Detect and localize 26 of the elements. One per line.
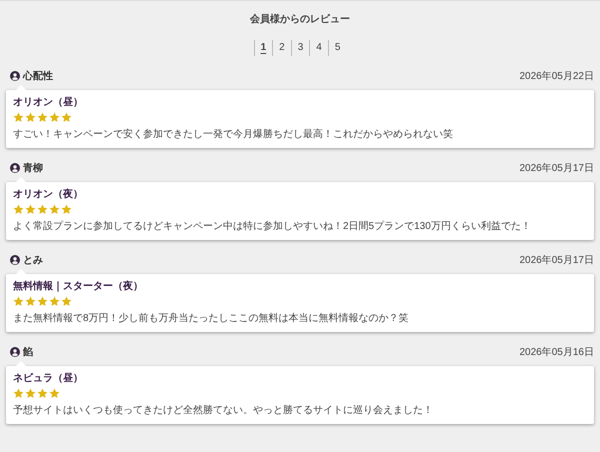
user-name: とみ <box>23 254 43 267</box>
plan-name: オリオン（夜） <box>13 188 84 202</box>
review-date: 2026年05月22日 <box>520 70 594 83</box>
page-link[interactable]: 4 <box>309 40 328 56</box>
review-text: よく常設プランに参加してるけどキャンペーン中は特に参加しやすいね！2日間5プランで130万円くらい利益でた！ <box>13 220 532 234</box>
plan-name: オリオン（昼） <box>13 96 84 110</box>
review-date: 2026年05月16日 <box>520 346 594 359</box>
user-icon <box>10 255 20 265</box>
page-link[interactable]: 3 <box>290 40 310 56</box>
plan-name: 無料情報｜スターター（夜） <box>13 280 144 294</box>
user-name: 心配性 <box>23 69 53 83</box>
user-name: 餡 <box>23 346 33 359</box>
section-title: 会員様からのレビュー <box>249 12 351 27</box>
user-name: 青柳 <box>23 162 43 175</box>
user-icon <box>10 347 20 357</box>
review-text: また無料情報で8万円！少し前も万舟当たったしここの無料は本当に無料情報なのか？笑 <box>13 312 410 326</box>
review-text: 予想サイトはいくつも使ってきたけど全然勝てない。やっと勝てるサイトに巡り会えました！ <box>13 404 434 418</box>
user-icon <box>10 163 20 173</box>
plan-name: ネビュラ（昼） <box>13 372 84 386</box>
review-date: 2026年05月17日 <box>520 162 594 175</box>
page-link[interactable]: 1 <box>254 40 272 56</box>
review-text: すごい！キャンペーンで安く参加できたし一発で今月爆勝ちだし最高！これだからやめられない笑 <box>13 128 454 142</box>
page-link[interactable]: 2 <box>272 40 291 56</box>
user-icon <box>10 71 20 81</box>
review-date: 2026年05月17日 <box>520 254 594 267</box>
page-link[interactable]: 5 <box>328 40 346 56</box>
